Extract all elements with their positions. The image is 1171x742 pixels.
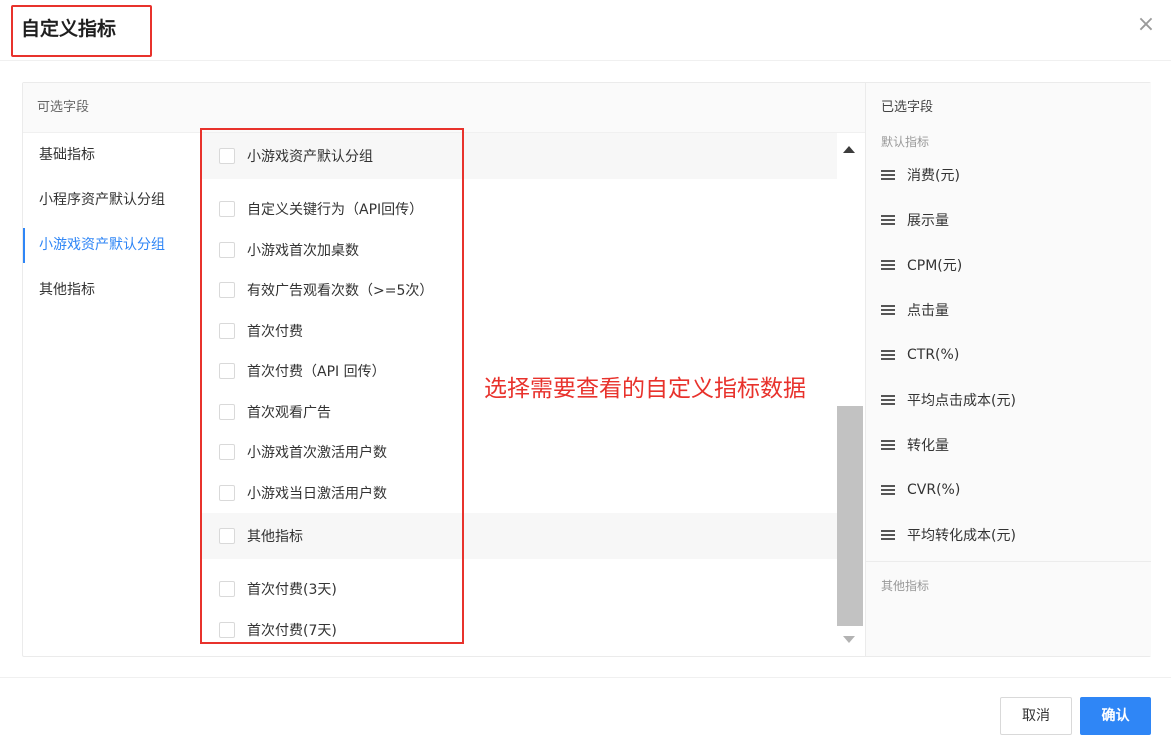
selected-metric-label: 平均点击成本(元) <box>907 392 1016 409</box>
field-panel: 可选字段 基础指标 小程序资产默认分组 小游戏资产默认分组 其他指标 小游戏资产默认分… <box>22 82 1151 657</box>
category-item[interactable]: 其他指标 <box>23 268 201 313</box>
drag-handle-icon[interactable] <box>881 394 895 405</box>
category-item[interactable]: 小程序资产默认分组 <box>23 178 201 223</box>
selected-fields-header: 已选字段 <box>881 100 934 115</box>
category-item[interactable]: 基础指标 <box>23 133 201 178</box>
selected-metric[interactable]: CTR(%) <box>866 332 1151 377</box>
selected-metric[interactable]: 平均点击成本(元) <box>866 377 1151 422</box>
other-metrics-label: 其他指标 <box>881 579 930 593</box>
annotation-note: 选择需要查看的自定义指标数据 <box>484 376 806 402</box>
scrollbar-thumb[interactable] <box>837 406 863 626</box>
selected-metric[interactable]: 消费(元) <box>866 152 1151 197</box>
drag-handle-icon[interactable] <box>881 349 895 360</box>
drag-handle-icon[interactable] <box>881 529 895 540</box>
list-scrollbar[interactable] <box>837 133 863 656</box>
selected-metric[interactable]: CVR(%) <box>866 467 1151 512</box>
scroll-down-arrow-icon[interactable] <box>843 636 855 643</box>
drag-handle-icon[interactable] <box>881 214 895 225</box>
drag-handle-icon[interactable] <box>881 484 895 495</box>
confirm-button[interactable]: 确认 <box>1080 697 1151 735</box>
selected-metric-label: 展示量 <box>907 212 949 229</box>
header-divider <box>0 60 1171 61</box>
selected-metric-label: CPM(元) <box>907 257 963 274</box>
selected-metrics-list: 消费(元) 展示量 CPM(元) 点击量 CTR(%) 平均点击成本(元) 转化量 CVR(%… <box>866 152 1151 557</box>
selected-metric[interactable]: 转化量 <box>866 422 1151 467</box>
selected-metric-label: 消费(元) <box>907 167 960 184</box>
scroll-up-arrow-icon[interactable] <box>843 146 855 153</box>
selected-metric-label: CVR(%) <box>907 481 961 498</box>
drag-handle-icon[interactable] <box>881 439 895 450</box>
selected-metric-label: CTR(%) <box>907 346 960 363</box>
category-list: 基础指标 小程序资产默认分组 小游戏资产默认分组 其他指标 <box>23 133 201 313</box>
title-highlight-box <box>11 5 152 57</box>
selected-metric[interactable]: CPM(元) <box>866 242 1151 287</box>
selected-metric[interactable]: 点击量 <box>866 287 1151 332</box>
cancel-button[interactable]: 取消 <box>1000 697 1072 735</box>
selected-fields: 已选字段 默认指标 消费(元) 展示量 CPM(元) 点击量 CTR(%) 平均点击成本(… <box>865 83 1151 656</box>
section-divider <box>866 561 1151 562</box>
selected-metric-label: 转化量 <box>907 437 949 454</box>
default-metrics-label: 默认指标 <box>881 135 930 149</box>
drag-handle-icon[interactable] <box>881 169 895 180</box>
drag-handle-icon[interactable] <box>881 259 895 270</box>
selected-metric[interactable]: 展示量 <box>866 197 1151 242</box>
close-icon[interactable]: × <box>1135 14 1157 36</box>
footer-divider <box>0 677 1171 678</box>
checkbox-highlight-box <box>200 128 464 644</box>
available-fields-header: 可选字段 <box>23 83 865 133</box>
selected-metric[interactable]: 平均转化成本(元) <box>866 512 1151 557</box>
selected-metric-label: 平均转化成本(元) <box>907 527 1016 544</box>
category-item[interactable]: 小游戏资产默认分组 <box>23 223 201 268</box>
drag-handle-icon[interactable] <box>881 304 895 315</box>
selected-metric-label: 点击量 <box>907 302 949 319</box>
